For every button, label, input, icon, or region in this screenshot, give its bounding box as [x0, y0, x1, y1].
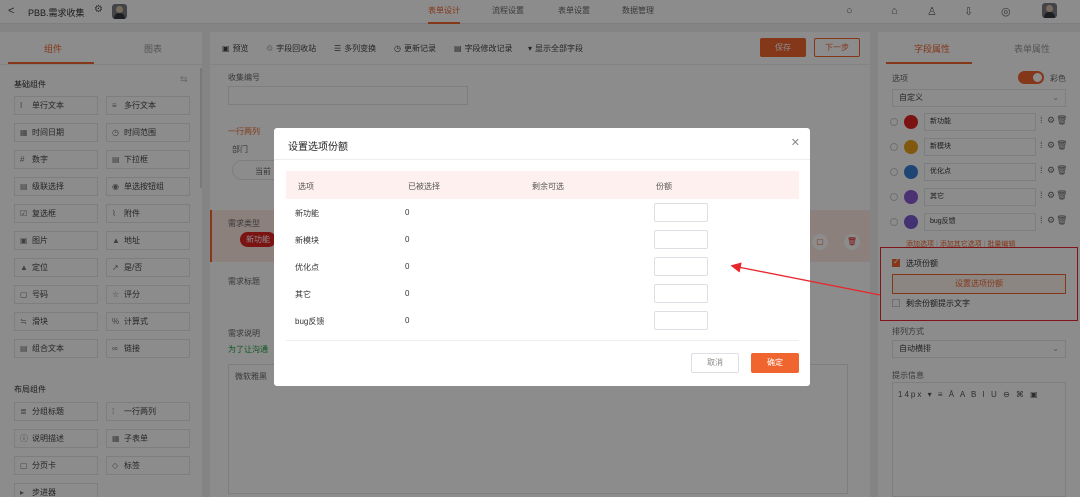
annotation-arrow: [730, 262, 881, 296]
